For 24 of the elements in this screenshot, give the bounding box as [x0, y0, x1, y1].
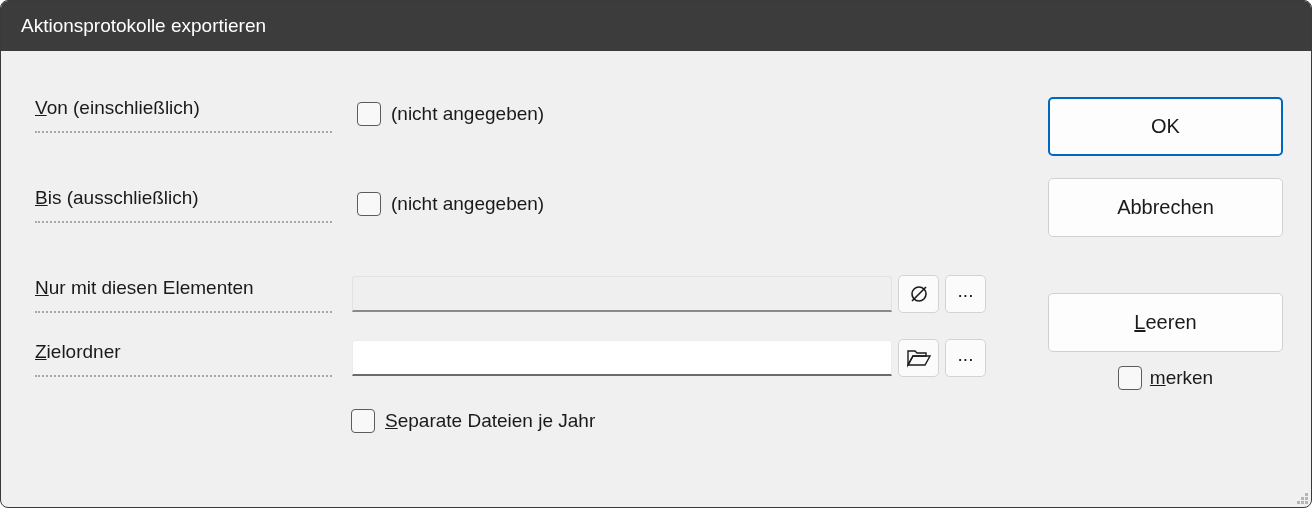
checkbox[interactable]: [357, 192, 381, 216]
slashed-circle-icon: [908, 284, 929, 304]
folder-icon: [905, 348, 932, 368]
window-title: Aktionsprotokolle exportieren: [21, 15, 267, 37]
input-field[interactable]: [352, 340, 892, 376]
field-label: Nur mit diesen Elementen: [35, 277, 254, 298]
open-folder-button[interactable]: [898, 339, 939, 377]
browse-button[interactable]: ...: [945, 275, 986, 313]
clear-button[interactable]: [898, 275, 939, 313]
field-label: Von (einschließlich): [35, 97, 200, 118]
dialog-button[interactable]: Abbrechen: [1048, 178, 1283, 237]
field-label: Bis (ausschließlich): [35, 187, 199, 208]
checkbox[interactable]: [351, 409, 375, 433]
checkbox[interactable]: [357, 102, 381, 126]
checkbox-label[interactable]: Separate Dateien je Jahr: [385, 410, 596, 432]
checkbox-label[interactable]: merken: [1149, 367, 1214, 389]
dialog-button[interactable]: OK: [1048, 97, 1283, 156]
checkbox[interactable]: [1117, 366, 1142, 390]
browse-button[interactable]: ...: [945, 339, 986, 377]
checkbox-label[interactable]: (nicht angegeben): [391, 193, 545, 215]
resize-grip-icon[interactable]: [1297, 493, 1309, 505]
field-label: Zielordner: [35, 341, 121, 362]
checkbox-label[interactable]: (nicht angegeben): [391, 103, 545, 125]
clear-button[interactable]: Leeren: [1048, 293, 1283, 352]
